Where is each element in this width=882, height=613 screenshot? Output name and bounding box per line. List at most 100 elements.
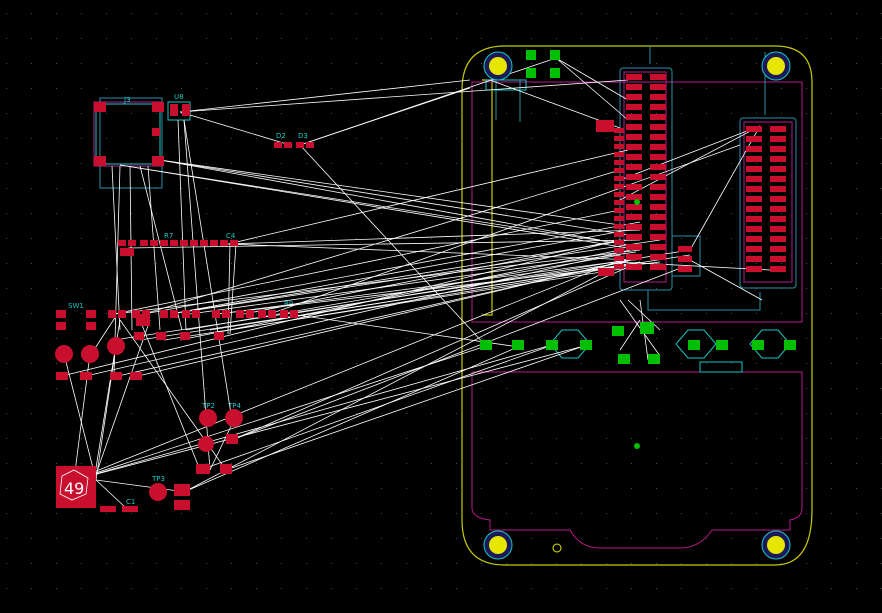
smd-pad-icon[interactable] (626, 154, 642, 160)
smd-pad-icon[interactable] (614, 168, 624, 173)
smd-pad-icon[interactable] (770, 136, 786, 142)
smd-pad-icon[interactable] (626, 204, 642, 210)
smd-pad-icon[interactable] (770, 176, 786, 182)
smd-pad-icon[interactable] (746, 246, 762, 252)
smd-pad-icon[interactable] (770, 226, 786, 232)
smd-pad-icon[interactable] (512, 340, 524, 350)
smd-pad-icon[interactable] (480, 340, 492, 350)
smd-pad-icon[interactable] (746, 256, 762, 262)
smd-pad-icon[interactable] (170, 240, 178, 246)
smd-pad-icon[interactable] (214, 332, 224, 340)
smd-pad-icon[interactable] (614, 224, 624, 229)
smd-pad-icon[interactable] (614, 144, 624, 149)
smd-pad-icon[interactable] (618, 354, 630, 364)
smd-pad-icon[interactable] (746, 166, 762, 172)
smd-pad-icon[interactable] (626, 94, 642, 100)
smd-pad-icon[interactable] (174, 500, 190, 510)
smd-pad-icon[interactable] (160, 240, 168, 246)
smd-pad-icon[interactable] (220, 464, 232, 474)
test-point-pad[interactable] (198, 436, 214, 452)
smd-pad-icon[interactable] (152, 128, 160, 136)
smd-pad-icon[interactable] (614, 128, 624, 133)
smd-pad-icon[interactable] (770, 256, 786, 262)
smd-pad-icon[interactable] (626, 114, 642, 120)
smd-pad-icon[interactable] (614, 256, 624, 261)
smd-pad-icon[interactable] (746, 136, 762, 142)
smd-pad-icon[interactable] (190, 240, 198, 246)
smd-pad-icon[interactable] (650, 234, 666, 240)
smd-pad-icon[interactable] (752, 340, 764, 350)
smd-pad-icon[interactable] (614, 216, 624, 221)
smd-pad-icon[interactable] (526, 50, 536, 60)
smd-pad-icon[interactable] (268, 310, 276, 318)
smd-pad-icon[interactable] (80, 372, 92, 380)
smd-pad-icon[interactable] (182, 104, 190, 116)
smd-pad-icon[interactable] (746, 186, 762, 192)
smd-pad-icon[interactable] (156, 332, 166, 340)
smd-pad-icon[interactable] (648, 354, 660, 364)
smd-pad-icon[interactable] (650, 134, 666, 140)
smd-pad-icon[interactable] (626, 84, 642, 90)
smd-pad-icon[interactable] (130, 372, 142, 380)
smd-pad-icon[interactable] (626, 124, 642, 130)
smd-pad-icon[interactable] (614, 152, 624, 157)
smd-pad-icon[interactable] (650, 184, 666, 190)
smd-pad-icon[interactable] (152, 102, 164, 112)
smd-pad-icon[interactable] (650, 124, 666, 130)
smd-pad-icon[interactable] (614, 136, 624, 141)
smd-pad-icon[interactable] (192, 310, 200, 318)
smd-pad-icon[interactable] (614, 248, 624, 253)
smd-pad-icon[interactable] (746, 196, 762, 202)
pcb-layout-view[interactable]: J3 U8 D2 D3 R7 C4 SW1 R9 TP2 TP4 TP3 C1 … (0, 0, 882, 608)
smd-pad-icon[interactable] (180, 240, 188, 246)
smd-pad-icon[interactable] (626, 184, 642, 190)
smd-pad-icon[interactable] (770, 166, 786, 172)
smd-pad-icon[interactable] (550, 50, 560, 60)
test-point-pad[interactable] (81, 345, 99, 363)
smd-pad-icon[interactable] (56, 372, 68, 380)
smd-pad-icon[interactable] (580, 340, 592, 350)
smd-pad-icon[interactable] (118, 310, 126, 318)
smd-pad-icon[interactable] (746, 126, 762, 132)
test-point-pad[interactable] (55, 345, 73, 363)
smd-pad-icon[interactable] (614, 264, 624, 269)
smd-pad-icon[interactable] (770, 266, 786, 272)
smd-pad-icon[interactable] (258, 310, 266, 318)
smd-pad-icon[interactable] (716, 340, 728, 350)
smd-pad-icon[interactable] (626, 264, 642, 270)
smd-pad-icon[interactable] (650, 244, 666, 250)
smd-pad-icon[interactable] (626, 254, 642, 260)
smd-pad-icon[interactable] (650, 74, 666, 80)
smd-pad-icon[interactable] (614, 232, 624, 237)
smd-pad-icon[interactable] (746, 156, 762, 162)
smd-pad-icon[interactable] (152, 156, 164, 166)
smd-pad-icon[interactable] (746, 206, 762, 212)
smd-pad-icon[interactable] (650, 214, 666, 220)
smd-pad-icon[interactable] (226, 434, 238, 444)
smd-pad-icon[interactable] (134, 332, 144, 340)
smd-pad-icon[interactable] (640, 322, 654, 334)
smd-pad-icon[interactable] (284, 142, 292, 148)
smd-pad-icon[interactable] (770, 146, 786, 152)
smd-pad-icon[interactable] (230, 240, 238, 246)
smd-pad-icon[interactable] (626, 104, 642, 110)
smd-pad-icon[interactable] (546, 340, 558, 350)
smd-pad-icon[interactable] (136, 314, 150, 326)
smd-pad-icon[interactable] (200, 240, 208, 246)
smd-pad-icon[interactable] (160, 310, 168, 318)
smd-pad-icon[interactable] (626, 74, 642, 80)
smd-pad-icon[interactable] (626, 194, 642, 200)
smd-pad-icon[interactable] (140, 240, 148, 246)
smd-pad-icon[interactable] (180, 332, 190, 340)
smd-pad-icon[interactable] (122, 506, 138, 512)
smd-pad-icon[interactable] (86, 310, 96, 318)
smd-pad-icon[interactable] (128, 240, 136, 246)
smd-pad-icon[interactable] (614, 200, 624, 205)
test-point-pad[interactable] (107, 337, 125, 355)
smd-pad-icon[interactable] (688, 340, 700, 350)
smd-pad-icon[interactable] (212, 310, 220, 318)
smd-pad-icon[interactable] (174, 484, 190, 496)
smd-pad-icon[interactable] (274, 142, 282, 148)
smd-pad-icon[interactable] (746, 146, 762, 152)
test-point-pad[interactable] (199, 409, 217, 427)
